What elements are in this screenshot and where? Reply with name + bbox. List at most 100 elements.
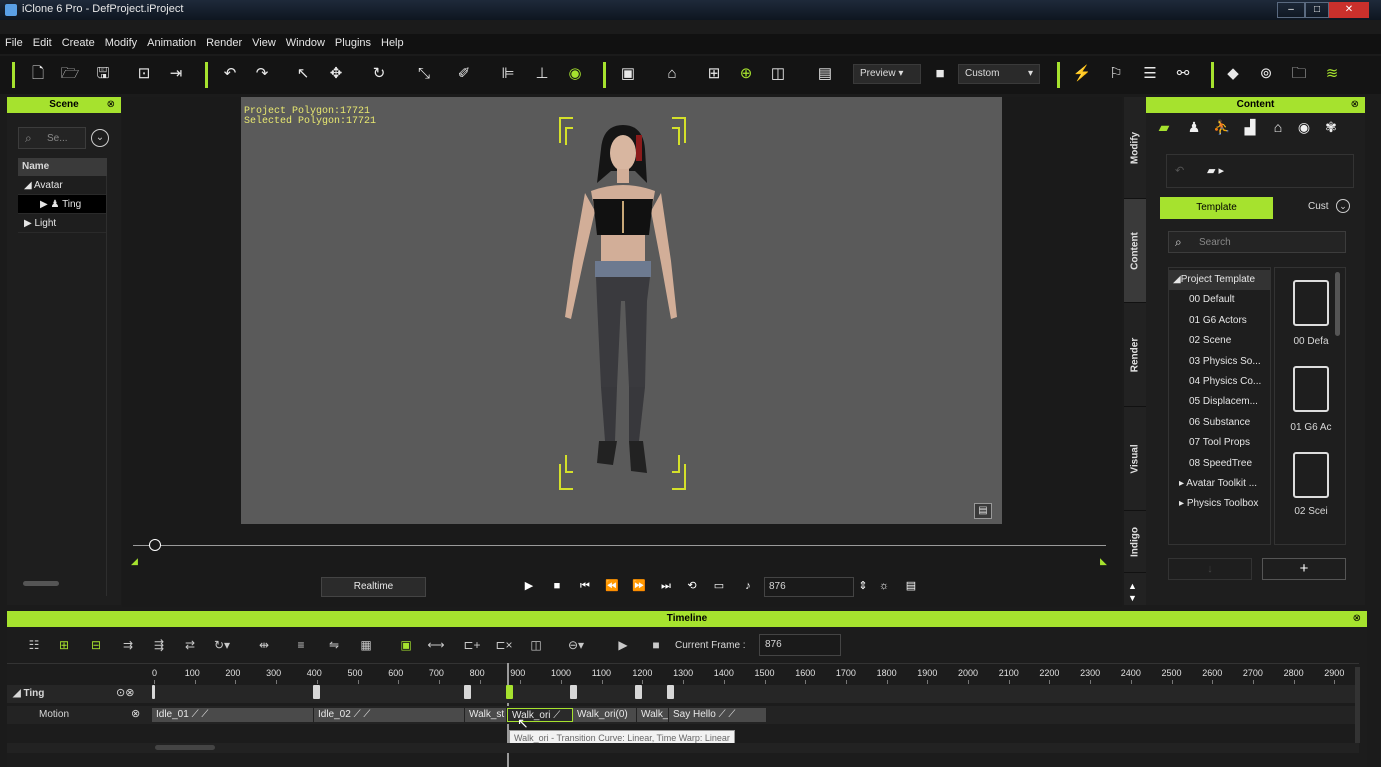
tree-item[interactable]: 00 Default [1169, 290, 1270, 310]
realtime-button[interactable]: Realtime [321, 577, 426, 597]
motion-tab-icon[interactable]: ⛹ [1212, 119, 1232, 139]
subtitle-icon[interactable]: ▭ [711, 578, 727, 594]
play-icon[interactable]: ▶ [521, 578, 537, 594]
motion-clip[interactable]: Idle_01 ⟋ ⟋ [152, 708, 314, 722]
menu-plugins[interactable]: Plugins [330, 34, 376, 52]
menu-animation[interactable]: Animation [142, 34, 201, 52]
tree-item[interactable]: 04 Physics Co... [1169, 372, 1270, 392]
folder-icon[interactable] [1293, 280, 1329, 326]
pick-icon[interactable]: ✐ [454, 64, 474, 84]
scale-icon[interactable]: ⤡ [414, 64, 434, 84]
scene-search-input[interactable]: ⌕ Se... [18, 127, 86, 149]
menu-help[interactable]: Help [376, 34, 409, 52]
media-tab-icon[interactable]: ◉ [1294, 119, 1314, 139]
time-slider-handle[interactable] [149, 539, 161, 551]
menu-modify[interactable]: Modify [100, 34, 142, 52]
keyframe-marker[interactable] [570, 685, 577, 699]
align-bottom-icon[interactable]: ⊥ [532, 64, 552, 84]
select-icon[interactable]: ↖ [293, 64, 313, 84]
tab-custom[interactable]: Cust [1308, 201, 1329, 212]
tab-template[interactable]: Template [1160, 197, 1273, 219]
layout-icon[interactable]: ▣ [618, 64, 638, 84]
close-button[interactable]: ✕ [1329, 2, 1369, 18]
tree-item-avatar-toolkit[interactable]: ▸ Avatar Toolkit ... [1169, 474, 1270, 494]
thumbnail-scrollbar[interactable] [1335, 272, 1340, 336]
fast-forward-icon[interactable]: ⏩ [631, 578, 647, 594]
visibility-eye-icon[interactable]: ◉ [565, 64, 585, 84]
minimize-button[interactable]: – [1277, 2, 1305, 18]
menu-render[interactable]: Render [201, 34, 247, 52]
settings-sun-icon[interactable]: ☼ [876, 578, 892, 594]
tab-modify[interactable]: Modify [1124, 97, 1146, 199]
go-to-end-icon[interactable]: ⏭ [658, 578, 674, 594]
timeline-vscroll[interactable] [1355, 667, 1360, 743]
options-dropdown-icon[interactable]: ⌄ [1336, 199, 1350, 213]
rewind-icon[interactable]: ⏪ [604, 578, 620, 594]
camera-dropdown[interactable]: Custom ▾ [958, 64, 1040, 84]
new-file-icon[interactable]: 🗋 [28, 64, 48, 84]
loop-icon[interactable]: ⟲ [684, 578, 700, 594]
flag-icon[interactable]: ⚐ [1106, 64, 1126, 84]
export-icon[interactable]: ⇥ [166, 64, 186, 84]
tab-indigo[interactable]: Indigo [1124, 511, 1146, 573]
timeline-hscroll-thumb[interactable] [155, 745, 215, 750]
open-folder-icon[interactable]: 🗁 [60, 64, 80, 84]
folder-path-icon[interactable]: ▰ ▸ [1207, 164, 1224, 177]
tree-item[interactable]: 08 SpeedTree [1169, 454, 1270, 474]
filter-dropdown-icon[interactable]: ⌄ [91, 129, 109, 147]
menu-create[interactable]: Create [57, 34, 100, 52]
motion-clip[interactable]: Idle_02 ⟋ ⟋ [314, 708, 465, 722]
back-icon[interactable]: ↶ [1175, 164, 1184, 177]
character-ting-model[interactable] [551, 121, 691, 491]
effects-icon[interactable]: ≋ [1322, 64, 1342, 84]
folder-icon[interactable] [1293, 366, 1329, 412]
range-end-marker-icon[interactable]: ◣ [1100, 556, 1107, 567]
script-icon[interactable]: ☰ [1140, 64, 1160, 84]
tree-item[interactable]: 03 Physics So... [1169, 352, 1270, 372]
menu-file[interactable]: File [0, 34, 28, 52]
tree-item[interactable]: 05 Displacem... [1169, 392, 1270, 412]
tree-item[interactable]: 02 Scene [1169, 331, 1270, 351]
tree-item[interactable]: 06 Substance [1169, 413, 1270, 433]
maximize-button[interactable]: □ [1305, 2, 1329, 18]
menu-window[interactable]: Window [281, 34, 330, 52]
scroll-down-icon[interactable]: ▼ [1128, 593, 1137, 603]
camera-icon[interactable]: ■ [930, 64, 950, 84]
3d-viewport[interactable]: Project Polygon:17721 Selected Polygon:1… [241, 97, 1002, 524]
link-icon[interactable]: ⚯ [1173, 64, 1193, 84]
tab-content[interactable]: Content [1124, 199, 1146, 303]
frame-all-icon[interactable]: ⊕ [736, 64, 756, 84]
tree-item[interactable]: 07 Tool Props [1169, 433, 1270, 453]
keyframe-marker[interactable] [635, 685, 642, 699]
scene-scrollbar[interactable] [23, 581, 59, 586]
tab-visual[interactable]: Visual [1124, 407, 1146, 511]
scroll-up-icon[interactable]: ▲ [1128, 581, 1137, 591]
add-button[interactable]: + [1262, 558, 1346, 580]
sub-track-close-icon[interactable]: ⊗ [131, 707, 140, 720]
keyframe-marker[interactable] [152, 685, 155, 699]
motion-clip[interactable]: Walk_ori(0) [573, 708, 637, 722]
column-header-name[interactable]: Name [18, 158, 107, 176]
avatar-tab-icon[interactable]: ♟ [1184, 119, 1204, 139]
motion-clip[interactable]: Walk_st [465, 708, 507, 722]
plugin-tab-icon[interactable]: ✾ [1321, 119, 1341, 139]
save-icon[interactable]: 🖫 [93, 64, 113, 84]
content-search-input[interactable]: ⌕ Search [1168, 231, 1346, 253]
music-note-icon[interactable]: ♪ [740, 578, 756, 594]
time-slider-track[interactable] [133, 545, 1106, 546]
folder-tab-icon[interactable]: ▰ [1154, 119, 1174, 139]
tab-render[interactable]: Render [1124, 303, 1146, 407]
move-icon[interactable]: ✥ [326, 64, 346, 84]
folder-icon[interactable] [1293, 452, 1329, 498]
render-mode-icon[interactable]: ▤ [815, 64, 835, 84]
menu-view[interactable]: View [247, 34, 281, 52]
preview-dropdown[interactable]: Preview ▾ [853, 64, 921, 84]
frame-input[interactable]: 876 [764, 577, 854, 597]
motion-puppet-icon[interactable]: ⚡ [1072, 64, 1092, 84]
keyframe-marker[interactable] [313, 685, 320, 699]
zoom-icon[interactable]: ⊚ [1256, 64, 1276, 84]
download-icon[interactable]: ↓ [1168, 558, 1252, 580]
tree-item-project-template[interactable]: ◢Project Template [1169, 270, 1270, 291]
import-icon[interactable]: ⊡ [134, 64, 154, 84]
motion-clip[interactable]: Say Hello ⟋ ⟋ [669, 708, 767, 722]
